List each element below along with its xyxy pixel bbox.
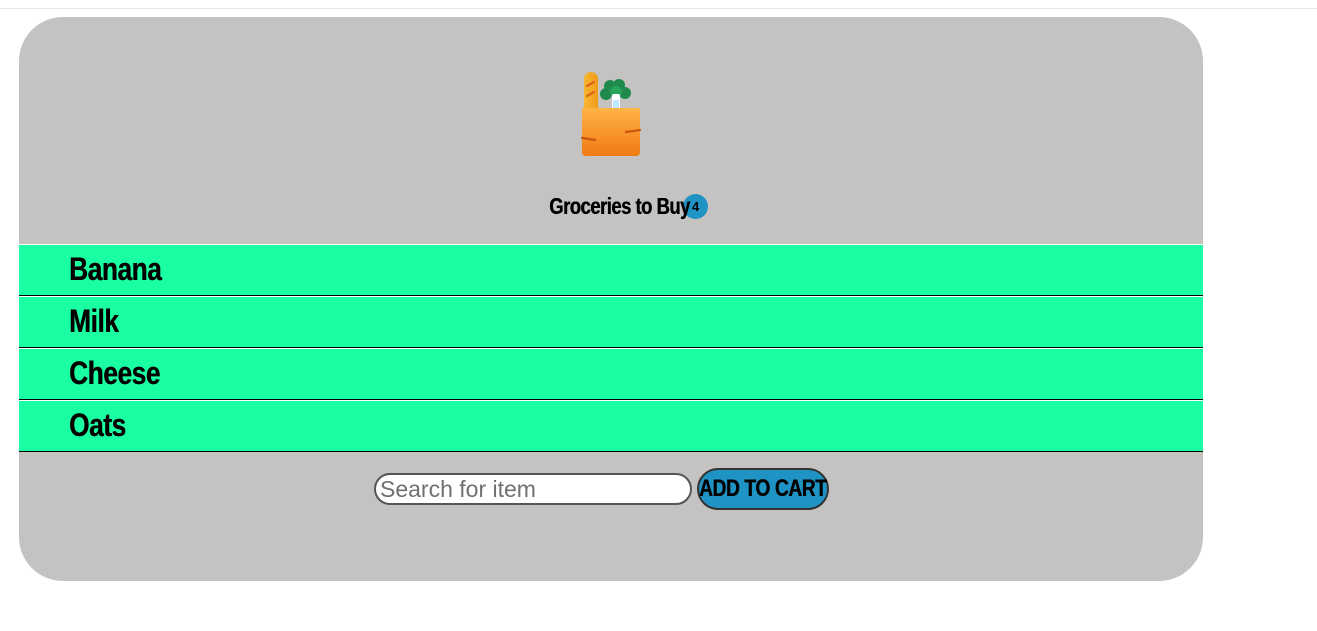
list-item[interactable]: Cheese: [19, 348, 1203, 400]
add-to-cart-label: ADD TO CART: [699, 475, 827, 502]
top-divider: [0, 8, 1317, 9]
grocery-bag-icon: [580, 72, 642, 156]
grocery-card: Groceries to Buy 4 Banana Milk Cheese Oa…: [19, 17, 1203, 581]
search-input[interactable]: [374, 473, 692, 505]
list-item-label: Oats: [69, 407, 126, 443]
list-item-label: Cheese: [69, 355, 160, 391]
add-item-form: ADD TO CART: [374, 468, 829, 510]
header: Groceries to Buy 4: [19, 191, 1203, 221]
list-item[interactable]: Oats: [19, 400, 1203, 452]
page-title: Groceries to Buy: [549, 193, 690, 219]
list-item-label: Banana: [69, 251, 162, 287]
list-item-label: Milk: [69, 303, 119, 339]
add-to-cart-button[interactable]: ADD TO CART: [697, 468, 829, 510]
list-item[interactable]: Banana: [19, 244, 1203, 296]
grocery-list: Banana Milk Cheese Oats: [19, 244, 1203, 452]
list-item[interactable]: Milk: [19, 296, 1203, 348]
